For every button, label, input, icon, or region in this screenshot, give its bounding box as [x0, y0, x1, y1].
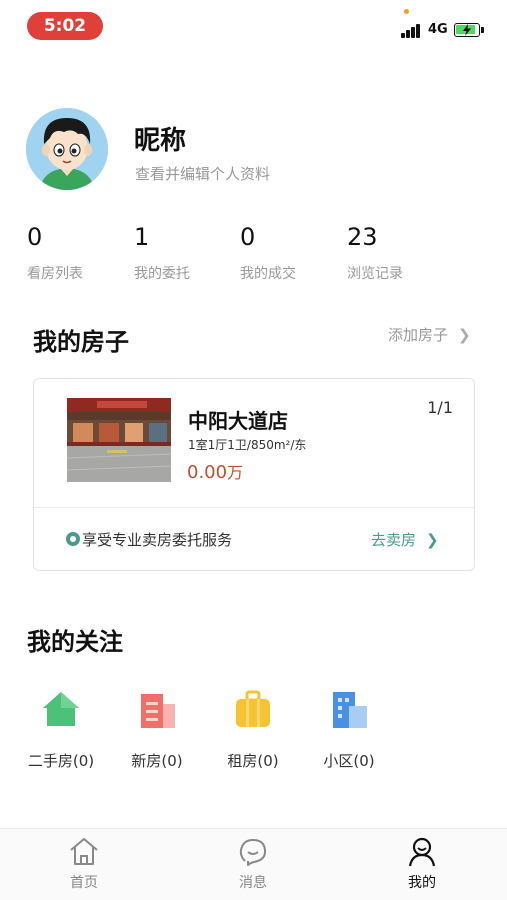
tab-label: 我的	[408, 875, 436, 891]
stat-my-entrust[interactable]: 1 我的委托	[134, 223, 234, 283]
status-time: 5:02	[27, 12, 103, 40]
avatar-icon	[26, 108, 108, 190]
house-icon	[41, 690, 81, 730]
home-icon	[67, 835, 101, 869]
stat-viewing-list[interactable]: 0 看房列表	[27, 223, 127, 283]
community-icon	[329, 690, 369, 730]
profile-icon	[405, 835, 439, 869]
my-house-title: 我的房子	[33, 328, 129, 356]
status-bar: 5:02 4G	[0, 0, 507, 52]
tab-label: 首页	[70, 875, 98, 891]
suitcase-icon	[233, 690, 273, 730]
tab-label: 消息	[239, 875, 267, 891]
stat-label: 我的委托	[134, 266, 190, 282]
house-spec: 1室1厅1卫/850m²/东	[188, 438, 307, 452]
my-follow-title: 我的关注	[27, 628, 123, 656]
edit-profile-link[interactable]: 查看并编辑个人资料	[135, 163, 270, 184]
follow-label: 小区(0)	[323, 752, 375, 770]
stat-browse-history[interactable]: 23 浏览记录	[347, 223, 447, 283]
follow-label: 租房(0)	[227, 752, 279, 770]
stat-value: 1	[134, 223, 150, 251]
house-counter: 1/1	[427, 398, 453, 417]
house-name: 中阳大道店	[188, 409, 288, 433]
house-price: 0.00万	[187, 459, 243, 483]
avatar[interactable]	[26, 108, 108, 190]
sell-house-button[interactable]: 去卖房 ❯	[371, 529, 439, 550]
message-icon	[236, 835, 270, 869]
privacy-indicator-dot	[404, 9, 409, 14]
tab-mine[interactable]: 我的	[382, 835, 462, 892]
add-house-link[interactable]: 添加房子 ❯	[388, 324, 471, 345]
card-divider	[34, 507, 474, 508]
stat-my-deals[interactable]: 0 我的成交	[240, 223, 340, 283]
nickname[interactable]: 昵称	[134, 120, 186, 157]
price-unit: 万	[227, 463, 244, 482]
stat-label: 浏览记录	[347, 266, 403, 282]
tab-messages[interactable]: 消息	[213, 835, 293, 892]
stat-label: 看房列表	[27, 266, 83, 282]
sell-label: 去卖房	[371, 531, 417, 549]
stat-value: 0	[27, 223, 43, 251]
follow-new-house[interactable]: 新房(0)	[117, 690, 197, 771]
battery-icon	[454, 23, 484, 37]
add-house-label: 添加房子	[388, 326, 449, 344]
bottom-tab-bar: 首页 消息 我的	[0, 828, 507, 900]
price-value: 0.00	[187, 462, 228, 483]
building-icon	[137, 690, 177, 730]
screen: 5:02 4G 昵称 查看并编辑个人资料 0 看房列表 1 我的委托 0 我的成…	[0, 0, 507, 900]
stat-value: 0	[240, 223, 256, 251]
chevron-right-icon: ❯	[458, 326, 471, 344]
follow-second-hand[interactable]: 二手房(0)	[21, 690, 101, 771]
service-dot-icon	[66, 532, 80, 546]
service-text: 享受专业卖房委托服务	[82, 531, 233, 549]
stat-label: 我的成交	[240, 266, 296, 282]
house-card[interactable]: 中阳大道店 1/1 1室1厅1卫/850m²/东 0.00万 享受专业卖房委托服…	[33, 378, 475, 571]
follow-label: 二手房(0)	[27, 752, 95, 770]
signal-icon	[401, 24, 423, 38]
follow-label: 新房(0)	[131, 752, 183, 770]
house-photo	[67, 398, 171, 482]
stat-value: 23	[347, 223, 378, 251]
network-type: 4G	[428, 22, 448, 37]
tab-home[interactable]: 首页	[44, 835, 124, 892]
follow-rent[interactable]: 租房(0)	[213, 690, 293, 771]
chevron-right-icon: ❯	[426, 531, 439, 549]
follow-community[interactable]: 小区(0)	[309, 690, 389, 771]
